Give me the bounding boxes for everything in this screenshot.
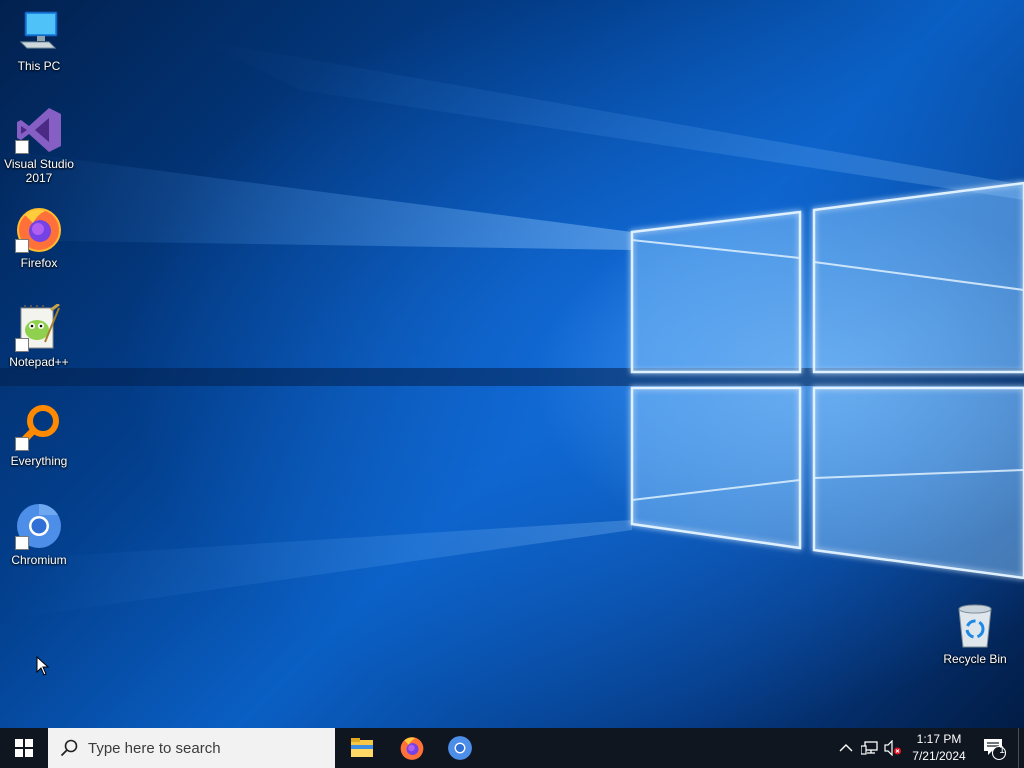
desktop-icon-firefox[interactable]: Firefox — [1, 205, 77, 270]
chromium-icon — [15, 502, 63, 550]
taskbar-app-file-explorer[interactable] — [338, 728, 386, 768]
desktop: This PC Visual Studio 2017 Firefox Notep… — [0, 0, 1024, 728]
wallpaper — [0, 40, 1024, 620]
shortcut-arrow-icon — [15, 140, 29, 154]
tray-network-button[interactable] — [861, 728, 879, 768]
shortcut-arrow-icon — [15, 536, 29, 550]
desktop-icon-label: Notepad++ — [9, 355, 69, 369]
network-icon — [861, 741, 878, 755]
desktop-icon-label: This PC — [17, 59, 61, 73]
visual-studio-icon — [15, 106, 63, 154]
clock-time: 1:17 PM — [916, 732, 962, 746]
notification-count-badge: 1 — [999, 745, 1005, 756]
firefox-icon — [15, 205, 63, 253]
desktop-icon-everything[interactable]: Everything — [1, 403, 77, 468]
desktop-icon-label: Recycle Bin — [943, 652, 1007, 666]
clock-date: 7/21/2024 — [912, 749, 966, 763]
search-icon — [60, 739, 78, 757]
firefox-icon — [400, 737, 424, 760]
taskbar-app-firefox[interactable] — [388, 728, 436, 768]
desktop-icon-visual-studio[interactable]: Visual Studio 2017 — [1, 106, 77, 185]
taskbar: Type here to search 1:17 PM 7/21/2024 1 — [0, 728, 1024, 768]
shortcut-arrow-icon — [15, 437, 29, 451]
tray-overflow-button[interactable] — [838, 728, 854, 768]
taskbar-app-chromium[interactable] — [436, 728, 484, 768]
shortcut-arrow-icon — [15, 239, 29, 253]
desktop-icon-chromium[interactable]: Chromium — [1, 502, 77, 567]
file-explorer-icon — [351, 738, 373, 757]
shortcut-arrow-icon — [15, 338, 29, 352]
action-center-button[interactable]: 1 — [982, 728, 1008, 768]
desktop-icon-label: Chromium — [11, 553, 67, 567]
desktop-icon-this-pc[interactable]: This PC — [1, 8, 77, 73]
desktop-icon-notepad-plus-plus[interactable]: Notepad++ — [1, 302, 77, 369]
notepad-plus-plus-icon — [15, 302, 63, 352]
desktop-icon-label-line2: 2017 — [25, 171, 53, 185]
desktop-icon-label: Everything — [10, 454, 68, 468]
search-input[interactable]: Type here to search — [48, 728, 335, 768]
desktop-icon-label: Visual Studio — [4, 157, 74, 171]
this-pc-icon — [15, 8, 63, 56]
chromium-icon — [448, 736, 472, 760]
mouse-cursor-icon — [36, 656, 50, 676]
everything-icon — [15, 403, 63, 451]
chevron-up-icon — [839, 744, 853, 752]
show-desktop-button[interactable] — [1018, 728, 1024, 768]
search-placeholder: Type here to search — [88, 739, 221, 757]
desktop-icon-label: Firefox — [20, 256, 58, 270]
windows-logo-icon — [15, 739, 33, 757]
taskbar-clock[interactable]: 1:17 PM 7/21/2024 — [896, 728, 982, 768]
recycle-bin-icon — [951, 601, 999, 649]
desktop-icon-recycle-bin[interactable]: Recycle Bin — [937, 601, 1013, 666]
start-button[interactable] — [0, 728, 48, 768]
